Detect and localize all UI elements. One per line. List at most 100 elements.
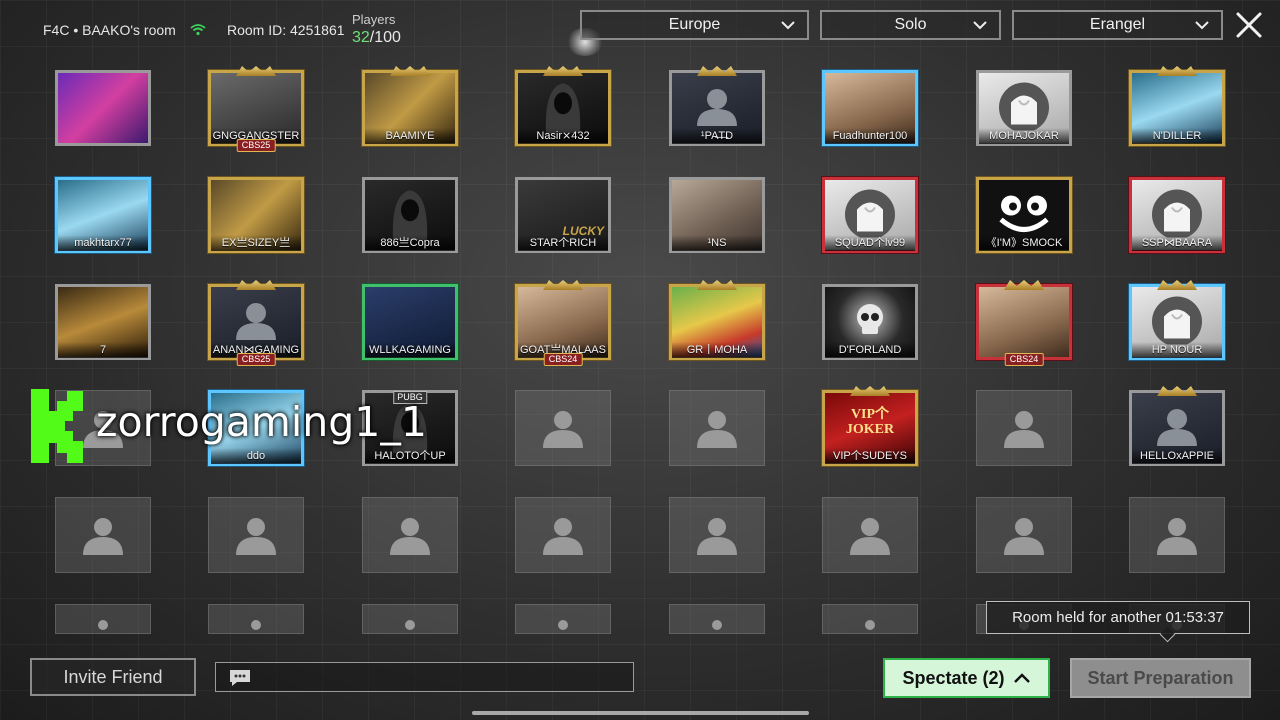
vip-line-2: JOKER	[845, 422, 895, 437]
player-slot[interactable]: ¹PA̶T̶D	[669, 66, 765, 146]
player-name: SQUAD个lv99	[825, 235, 915, 251]
player-slot[interactable]: STAR个RICH LUCKY	[515, 177, 611, 253]
empty-player-slot	[822, 604, 918, 634]
empty-player-slot	[515, 497, 611, 573]
player-name: HP NOUR	[1132, 342, 1222, 358]
frame-crown-ornament	[1157, 280, 1197, 290]
room-id: Room ID: 4251861	[227, 22, 345, 38]
player-slot[interactable]: Nasir⨯432	[515, 66, 611, 146]
player-slot[interactable]: HELLOxAPPIE	[1129, 386, 1225, 466]
chat-input[interactable]	[215, 662, 634, 692]
frame-crown-ornament	[236, 66, 276, 76]
player-slot[interactable]: GR丨MOHA	[669, 280, 765, 360]
default-avatar-icon	[697, 89, 737, 126]
player-slot[interactable]: BAAMIYE	[362, 66, 458, 146]
player-name: WLLKAGAMING	[365, 342, 455, 358]
player-slot[interactable]: 7	[55, 284, 151, 360]
person-placeholder-icon	[697, 411, 737, 448]
streamer-watermark: zorrogaming1_1	[96, 398, 427, 446]
map-value: Erangel	[1089, 16, 1146, 33]
player-name: N'DILLER	[1132, 128, 1222, 144]
player-slot[interactable]: 《I'M》SMOCK	[976, 177, 1072, 253]
player-name: ¹NS	[672, 235, 762, 251]
player-slot[interactable]: SSP⋈BAARA	[1129, 177, 1225, 253]
player-slot[interactable]: Fuadhunter100	[822, 70, 918, 146]
player-name: VIP个SUDEYS	[825, 448, 915, 464]
page-scrollbar[interactable]	[472, 711, 809, 715]
player-slot[interactable]: VIP个 JOKER VIP个SUDEYS	[822, 386, 918, 466]
players-max: /100	[369, 29, 401, 46]
person-placeholder-icon	[1004, 411, 1044, 448]
close-icon[interactable]	[1232, 8, 1266, 42]
room-name: F4C • BAAKO's room	[43, 22, 176, 38]
players-label: Players	[352, 12, 396, 27]
player-slot[interactable]: SQUAD个lv99	[822, 177, 918, 253]
player-slot[interactable]: ¹NS	[669, 177, 765, 253]
room-info: F4C • BAAKO's room	[43, 22, 212, 38]
player-slot[interactable]: 886亗Copra	[362, 177, 458, 253]
skull-icon	[857, 304, 883, 334]
player-name: ddo	[211, 448, 301, 464]
invite-friend-button[interactable]: Invite Friend	[30, 658, 196, 696]
person-placeholder-icon	[98, 619, 108, 630]
season-badge: CBS25	[236, 139, 276, 152]
empty-player-slot	[669, 390, 765, 466]
chevron-down-icon	[1195, 21, 1209, 30]
person-placeholder-icon	[712, 619, 722, 630]
hoodie-avatar-icon	[999, 82, 1049, 131]
player-slot[interactable]: HP NOUR	[1129, 280, 1225, 360]
top-bar: F4C • BAAKO's room Room ID: 4251861 Play…	[0, 0, 1280, 56]
player-name: MOHAJOKAR	[979, 128, 1069, 144]
frame-crown-ornament	[543, 66, 583, 76]
hoodie-avatar-icon	[1152, 189, 1202, 238]
lucky-label: LUCKY	[562, 224, 604, 238]
region-dropdown[interactable]: Europe	[580, 10, 809, 40]
frame-crown-ornament	[1157, 386, 1197, 396]
person-placeholder-icon	[865, 619, 875, 630]
player-slot[interactable]: GOAT亗MALAAS CBS24	[515, 280, 611, 366]
player-name: BAAMIYE	[365, 128, 455, 144]
player-count: Players 32/100	[352, 12, 401, 47]
hoodie-avatar-icon	[845, 189, 895, 238]
empty-player-slot	[669, 497, 765, 573]
mode-dropdown[interactable]: Solo	[820, 10, 1001, 40]
player-avatar	[58, 73, 148, 143]
player-slot[interactable]: makhtarx77	[55, 177, 151, 253]
vip-line-1: VIP个	[850, 407, 890, 422]
start-preparation-button[interactable]: Start Preparation	[1070, 658, 1251, 698]
chevron-up-icon	[1013, 673, 1030, 683]
person-placeholder-icon	[405, 619, 415, 630]
chevron-down-icon	[973, 21, 987, 30]
player-slot[interactable]: N'DILLER	[1129, 66, 1225, 146]
frame-crown-ornament	[1157, 66, 1197, 76]
person-placeholder-icon	[1157, 518, 1197, 555]
empty-player-slot	[208, 604, 304, 634]
spectate-button[interactable]: Spectate (2)	[883, 658, 1050, 698]
player-slot[interactable]: EX亗SIZEY亗	[208, 177, 304, 253]
player-slot[interactable]: GNGGANGSTER CBS25	[208, 66, 304, 152]
player-slot[interactable]: ANAN⋈GAMING CBS25	[208, 280, 304, 366]
person-placeholder-icon	[251, 619, 261, 630]
chat-icon	[230, 670, 250, 686]
hoodie-avatar-icon	[1152, 296, 1202, 345]
player-slot[interactable]: MOHAJOKAR	[976, 70, 1072, 146]
empty-player-slot	[822, 497, 918, 573]
person-placeholder-icon	[390, 518, 430, 555]
player-slot[interactable]	[55, 70, 151, 146]
season-badge: CBS24	[1004, 353, 1044, 366]
map-dropdown[interactable]: Erangel	[1012, 10, 1223, 40]
default-avatar-icon	[1157, 409, 1197, 446]
player-slot[interactable]: D'FORLAND	[822, 284, 918, 360]
chevron-down-icon	[781, 21, 795, 30]
player-slot[interactable]: CBS24	[976, 280, 1072, 366]
frame-crown-ornament	[543, 280, 583, 290]
empty-player-slot	[515, 604, 611, 634]
frame-crown-ornament	[1004, 280, 1044, 290]
player-avatar	[979, 287, 1069, 357]
player-name: Fuadhunter100	[825, 128, 915, 144]
smiley-avatar-icon	[999, 195, 1049, 232]
player-slot[interactable]: WLLKAGAMING	[362, 284, 458, 360]
players-current: 32	[352, 29, 370, 46]
player-name: makhtarx77	[58, 235, 148, 251]
player-name: 《I'M》SMOCK	[979, 235, 1069, 251]
